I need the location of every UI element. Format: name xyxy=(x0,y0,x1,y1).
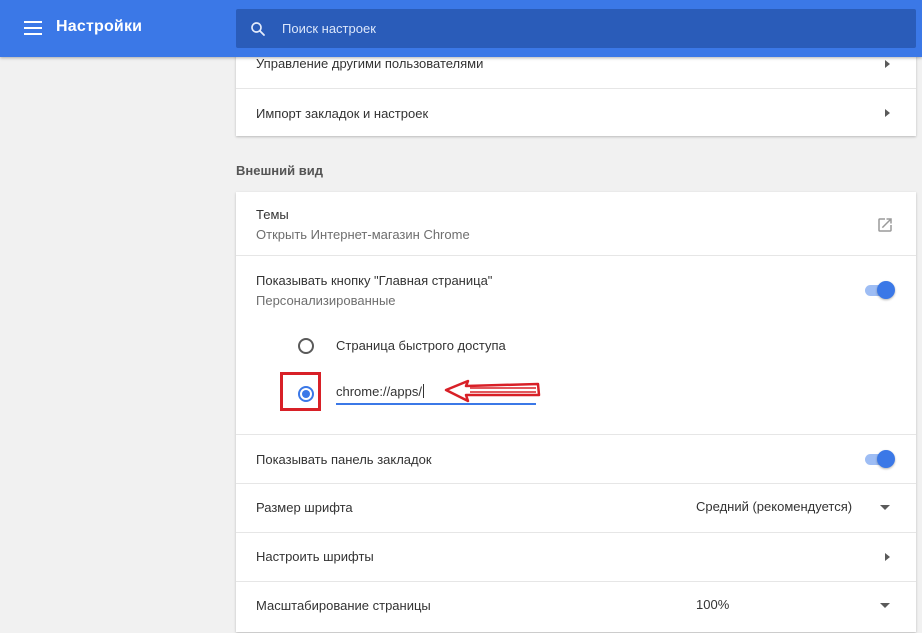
menu-icon[interactable] xyxy=(24,21,42,35)
page-zoom-label: Масштабирование страницы xyxy=(256,598,431,613)
search-input[interactable]: Поиск настроек xyxy=(236,9,916,48)
home-button-toggle[interactable] xyxy=(865,280,895,300)
search-placeholder: Поиск настроек xyxy=(282,21,376,36)
search-icon xyxy=(251,22,265,36)
section-title-appearance: Внешний вид xyxy=(236,163,323,178)
bookmarks-bar-row[interactable]: Показывать панель закладок xyxy=(236,434,916,484)
radio-custom-url[interactable] xyxy=(298,386,314,402)
customize-fonts-label: Настроить шрифты xyxy=(256,549,374,564)
home-url-value: chrome://apps/ xyxy=(336,384,422,399)
radio-new-tab-page[interactable] xyxy=(298,338,314,354)
arrow-annotation-icon xyxy=(444,379,541,403)
font-size-select[interactable]: Средний (рекомендуется) xyxy=(690,498,890,518)
chevron-right-icon xyxy=(885,60,890,68)
app-header: Настройки Поиск настроек xyxy=(0,0,922,57)
manage-other-people-label: Управление другими пользователями xyxy=(256,56,484,71)
chevron-down-icon xyxy=(880,603,890,608)
page-zoom-value: 100% xyxy=(696,597,730,612)
font-size-row: Размер шрифта Средний (рекомендуется) xyxy=(236,483,916,533)
radio-new-tab-page-label[interactable]: Страница быстрого доступа xyxy=(336,338,506,353)
page-title: Настройки xyxy=(56,18,143,35)
bookmarks-bar-label: Показывать панель закладок xyxy=(256,452,432,467)
themes-label: Темы xyxy=(256,207,289,222)
themes-row[interactable]: Темы Открыть Интернет-магазин Chrome xyxy=(236,192,916,255)
font-size-label: Размер шрифта xyxy=(256,500,353,515)
import-bookmarks-row[interactable]: Импорт закладок и настроек xyxy=(236,88,916,137)
font-size-value: Средний (рекомендуется) xyxy=(696,499,853,514)
home-button-sublabel: Персонализированные xyxy=(256,293,396,308)
open-in-new-icon[interactable] xyxy=(876,216,894,234)
import-bookmarks-label: Импорт закладок и настроек xyxy=(256,106,429,121)
customize-fonts-row[interactable]: Настроить шрифты xyxy=(236,532,916,582)
page-zoom-select[interactable]: 100% xyxy=(690,596,890,616)
chevron-right-icon xyxy=(885,109,890,117)
chevron-right-icon xyxy=(885,553,890,561)
home-button-label: Показывать кнопку "Главная страница" xyxy=(256,273,493,288)
chevron-down-icon xyxy=(880,505,890,510)
bookmarks-bar-toggle[interactable] xyxy=(865,449,895,469)
themes-sublabel: Открыть Интернет-магазин Chrome xyxy=(256,227,470,242)
appearance-card: Темы Открыть Интернет-магазин Chrome Пок… xyxy=(236,192,916,632)
page-zoom-row: Масштабирование страницы 100% xyxy=(236,581,916,633)
